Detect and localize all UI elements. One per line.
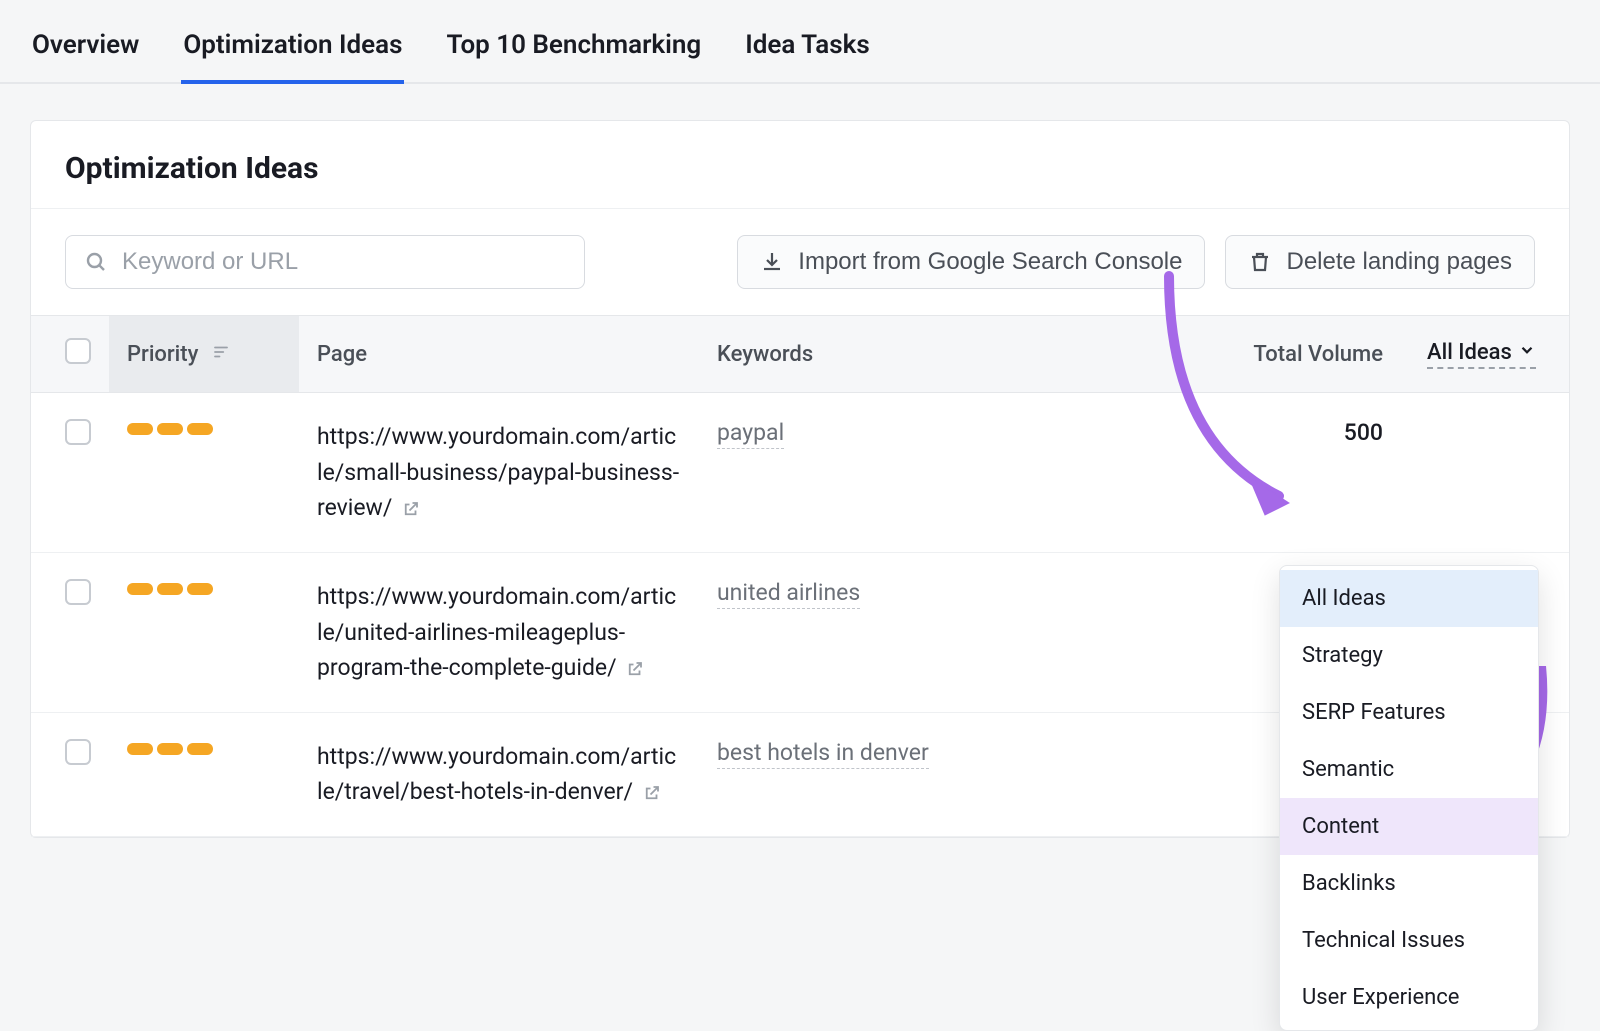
row-checkbox[interactable]	[65, 739, 91, 765]
row-checkbox[interactable]	[65, 579, 91, 605]
col-keywords[interactable]: Keywords	[699, 316, 1209, 393]
ideas-filter-option[interactable]: SERP Features	[1280, 684, 1538, 741]
col-volume[interactable]: Total Volume	[1209, 316, 1409, 393]
optimization-panel: Optimization Ideas Import from Google Se…	[30, 120, 1570, 838]
sort-icon	[212, 343, 230, 361]
delete-landing-pages-button[interactable]: Delete landing pages	[1225, 235, 1535, 289]
row-volume: 500	[1209, 393, 1409, 553]
ideas-filter-option[interactable]: Strategy	[1280, 627, 1538, 684]
tab-overview[interactable]: Overview	[30, 30, 141, 84]
external-link-icon[interactable]	[402, 500, 420, 518]
trash-icon	[1248, 250, 1272, 274]
col-page[interactable]: Page	[299, 316, 699, 393]
ideas-filter-option[interactable]: Semantic	[1280, 741, 1538, 798]
col-priority[interactable]: Priority	[109, 316, 299, 393]
col-priority-label: Priority	[127, 342, 198, 367]
select-all-header	[31, 316, 109, 393]
row-checkbox-cell	[31, 712, 109, 836]
tab-idea-tasks[interactable]: Idea Tasks	[743, 30, 872, 84]
row-page-url[interactable]: https://www.yourdomain.com/article/trave…	[299, 712, 699, 836]
delete-btn-label: Delete landing pages	[1286, 248, 1512, 276]
import-gsc-button[interactable]: Import from Google Search Console	[737, 235, 1205, 289]
main-tabs: Overview Optimization Ideas Top 10 Bench…	[0, 0, 1600, 84]
row-checkbox-cell	[31, 393, 109, 553]
ideas-filter-option[interactable]: User Experience	[1280, 969, 1538, 1026]
ideas-filter-option[interactable]: Backlinks	[1280, 855, 1538, 912]
ideas-filter-menu: All IdeasStrategySERP FeaturesSemanticCo…	[1279, 565, 1539, 1031]
row-keyword[interactable]: best hotels in denver	[699, 712, 1209, 836]
row-keyword[interactable]: united airlines	[699, 552, 1209, 712]
table-row: https://www.yourdomain.com/article/small…	[31, 393, 1569, 553]
external-link-icon[interactable]	[643, 784, 661, 802]
row-page-url[interactable]: https://www.yourdomain.com/article/unite…	[299, 552, 699, 712]
row-keyword[interactable]: paypal	[699, 393, 1209, 553]
ideas-filter-option[interactable]: All Ideas	[1280, 570, 1538, 627]
search-box[interactable]	[65, 235, 585, 289]
ideas-filter-option[interactable]: Content	[1280, 798, 1538, 855]
toolbar: Import from Google Search Console Delete…	[31, 208, 1569, 315]
col-ideas: All Ideas	[1409, 316, 1569, 393]
search-input[interactable]	[122, 248, 566, 276]
search-icon	[84, 250, 108, 274]
import-btn-label: Import from Google Search Console	[798, 248, 1182, 276]
chevron-down-icon	[1518, 340, 1536, 365]
ideas-filter-label: All Ideas	[1427, 340, 1512, 365]
download-icon	[760, 250, 784, 274]
panel-title: Optimization Ideas	[31, 121, 1569, 208]
ideas-filter-dropdown[interactable]: All Ideas	[1427, 340, 1536, 369]
row-priority	[109, 552, 299, 712]
row-checkbox-cell	[31, 552, 109, 712]
row-priority	[109, 712, 299, 836]
row-priority	[109, 393, 299, 553]
row-page-url[interactable]: https://www.yourdomain.com/article/small…	[299, 393, 699, 553]
tab-optimization-ideas[interactable]: Optimization Ideas	[181, 30, 404, 84]
select-all-checkbox[interactable]	[65, 338, 91, 364]
external-link-icon[interactable]	[626, 660, 644, 678]
ideas-filter-option[interactable]: Technical Issues	[1280, 912, 1538, 969]
row-ideas-cell	[1409, 393, 1569, 553]
tab-benchmarking[interactable]: Top 10 Benchmarking	[444, 30, 703, 84]
row-checkbox[interactable]	[65, 419, 91, 445]
